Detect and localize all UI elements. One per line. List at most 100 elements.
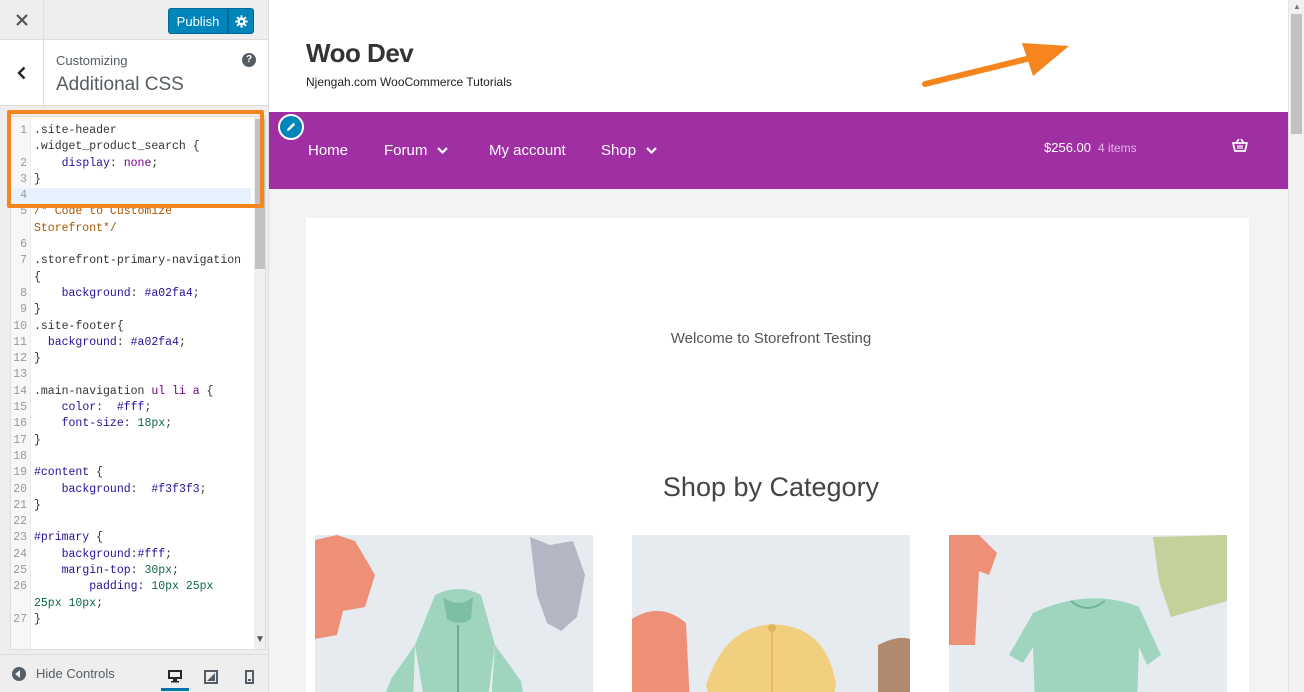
code-line[interactable]: 21} (11, 498, 251, 514)
chevron-down-icon[interactable] (646, 147, 657, 154)
line-number: 16 (13, 417, 27, 431)
section-subtitle: Customizing (56, 53, 128, 68)
line-number: 27 (13, 612, 27, 626)
code-line[interactable]: 25px 10px; (11, 596, 251, 612)
code-line[interactable]: 26 padding: 10px 25px (11, 579, 251, 595)
code-line[interactable]: 13​ (11, 367, 251, 383)
basket-icon[interactable] (1232, 138, 1248, 152)
line-number: 24 (13, 547, 27, 561)
code-line[interactable]: 20 background: #f3f3f3; (11, 482, 251, 498)
line-number: 11 (13, 335, 27, 349)
chevron-down-icon[interactable] (437, 147, 449, 154)
site-title[interactable]: Woo Dev (306, 38, 414, 69)
preview-scrollbar[interactable]: ▲ (1288, 0, 1304, 692)
line-number: 26 (13, 580, 27, 594)
code-line[interactable]: 24 background:#fff; (11, 547, 251, 563)
line-number: 13 (13, 368, 27, 382)
line-number: 23 (13, 531, 27, 545)
hide-controls-label: Hide Controls (36, 666, 115, 681)
publish-button[interactable]: Publish (168, 8, 228, 34)
code-line[interactable]: 10 .site-footer{ (11, 319, 251, 335)
collapse-icon (12, 666, 26, 681)
code-line[interactable]: 23 #primary { (11, 530, 251, 546)
chevron-left-icon (16, 66, 25, 79)
line-number: 6 (20, 238, 27, 252)
preview-tablet-button[interactable] (197, 663, 225, 691)
code-text: .main-navigation ul li a { (34, 384, 214, 398)
code-line[interactable]: 9} (11, 302, 251, 318)
line-number: 20 (13, 482, 27, 496)
code-line[interactable]: 25 margin-top: 30px; (11, 563, 251, 579)
line-number: 7 (20, 254, 27, 268)
cart-total[interactable]: $256.00 (1044, 140, 1091, 155)
code-line[interactable]: 27} (11, 612, 251, 628)
publish-settings-button[interactable] (228, 8, 254, 34)
code-line[interactable]: 16 font-size: 18px; (11, 416, 251, 432)
line-number: 25 (13, 564, 27, 578)
line-number: 10 (13, 319, 27, 333)
nav-item-shop[interactable]: Shop (601, 142, 657, 159)
code-text: } (34, 303, 41, 317)
code-line[interactable]: 22​ (11, 514, 251, 530)
code-text: color: #fff; (61, 401, 152, 415)
customizer-sidebar: Publish Customizing Additional CSS ? 1 .… (0, 0, 269, 692)
hoodies-illustration (315, 535, 585, 692)
code-line[interactable]: 11 background: #a02fa4; (11, 335, 251, 351)
code-line[interactable]: 8 background: #a02fa4; (11, 286, 251, 302)
close-customizer-button[interactable] (0, 0, 44, 40)
code-line[interactable]: 12} (11, 351, 251, 367)
line-number: 22 (13, 515, 27, 529)
nav-item-label: Shop (601, 142, 637, 159)
code-text: Storefront*/ (34, 221, 117, 235)
hide-controls-button[interactable]: Hide Controls (12, 666, 115, 681)
nav-item-label: My account (489, 142, 566, 159)
nav-item-label: Forum (384, 142, 428, 159)
code-line[interactable]: 15 color: #fff; (11, 400, 251, 416)
code-text: } (34, 352, 41, 366)
edit-shortcut-button[interactable] (278, 114, 304, 140)
code-line[interactable]: { (11, 270, 251, 286)
preview-mobile-button[interactable] (235, 663, 263, 691)
code-line[interactable]: Storefront*/ (11, 221, 251, 237)
cart-item-count[interactable]: 4 items (1098, 141, 1137, 155)
accessories-illustration (632, 611, 910, 692)
line-number: 17 (13, 433, 27, 447)
code-text: .site-footer{ (34, 319, 124, 333)
category-tile-hoodies[interactable] (315, 535, 593, 692)
nav-item-my-account[interactable]: My account (489, 142, 566, 159)
code-text: } (34, 498, 41, 512)
code-text: } (34, 433, 41, 447)
code-text: #content { (34, 466, 104, 480)
desktop-icon (168, 669, 182, 682)
shop-by-category-heading: Shop by Category (662, 472, 880, 502)
line-number: 18 (13, 449, 27, 463)
section-header: Customizing Additional CSS ? (0, 40, 268, 106)
code-line[interactable]: 14 .main-navigation ul li a { (11, 384, 251, 400)
code-text: font-size: 18px; (61, 417, 173, 431)
scroll-down-icon[interactable]: ▼ (255, 634, 265, 645)
code-line[interactable]: 6​ (11, 237, 251, 253)
code-line[interactable]: 19 #content { (11, 465, 251, 481)
preview-scrollbar-thumb[interactable] (1291, 14, 1302, 134)
code-line[interactable]: 7 .storefront-primary-navigation (11, 253, 251, 269)
tshirts-illustration (949, 535, 1227, 692)
preview-desktop-button[interactable] (161, 663, 189, 691)
code-text: { (34, 270, 41, 284)
back-button[interactable] (0, 40, 44, 105)
category-tile-tshirts[interactable] (949, 535, 1227, 692)
site-header: Woo Dev Njengah.com WooCommerce Tutorial… (269, 0, 1288, 112)
close-icon (15, 14, 28, 26)
tablet-icon (204, 670, 218, 684)
code-line[interactable]: 17} (11, 433, 251, 449)
content-area: Welcome to Storefront Testing Shop by Ca… (306, 218, 1249, 692)
section-title: Additional CSS (56, 74, 184, 95)
nav-item-forum[interactable]: Forum (384, 142, 449, 159)
scroll-up-icon[interactable]: ▲ (1293, 2, 1301, 11)
code-text: ​ (11, 237, 251, 253)
code-line[interactable]: 18​ (11, 449, 251, 465)
line-number: 21 (13, 498, 27, 512)
code-text: 25px 10px; (34, 596, 104, 610)
category-tile-accessories[interactable] (632, 535, 910, 692)
help-icon[interactable]: ? (242, 53, 256, 67)
nav-item-home[interactable]: Home (308, 142, 348, 159)
